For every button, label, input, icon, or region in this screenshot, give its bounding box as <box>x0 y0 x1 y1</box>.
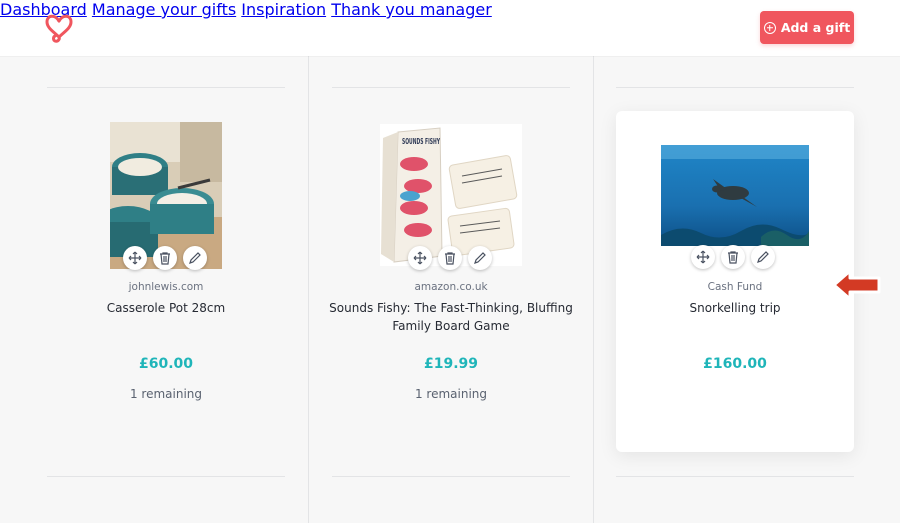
gift-card-snorkelling[interactable]: Cash Fund Snorkelling trip £160.00 <box>616 111 854 452</box>
nav-thank-you-manager[interactable]: Thank you manager <box>331 0 492 19</box>
gift-source: johnlewis.com <box>128 281 204 293</box>
heart-logo-icon[interactable] <box>44 12 74 44</box>
column-divider <box>593 56 594 523</box>
move-icon[interactable] <box>408 246 432 270</box>
gift-title[interactable]: Sounds Fishy: The Fast-Thinking, Bluffin… <box>309 299 593 335</box>
row-divider <box>616 87 854 88</box>
edit-pencil-icon[interactable] <box>751 245 775 269</box>
move-icon[interactable] <box>123 246 147 270</box>
nav-manage-gifts[interactable]: Manage your gifts <box>92 0 236 19</box>
gift-title[interactable]: Snorkelling trip <box>616 299 854 317</box>
gift-tools <box>691 245 775 269</box>
gift-source: Cash Fund <box>707 281 763 293</box>
svg-text:SOUNDS FISHY: SOUNDS FISHY <box>402 137 440 146</box>
gift-title[interactable]: Casserole Pot 28cm <box>24 299 308 317</box>
gift-source: amazon.co.uk <box>414 281 488 293</box>
plus-circle-icon <box>763 21 776 34</box>
gift-price: £160.00 <box>703 356 767 372</box>
gift-card-sounds-fishy[interactable]: SOUNDS FISHY amazon.co.uk Sounds Fishy: … <box>309 56 593 523</box>
gift-remaining: 1 remaining <box>414 387 488 401</box>
gift-card-casserole[interactable]: johnlewis.com Casserole Pot 28cm £60.00 … <box>24 56 308 523</box>
trash-icon[interactable] <box>721 245 745 269</box>
add-gift-label: Add a gift <box>780 20 851 35</box>
arrow-pointer-icon <box>832 269 881 301</box>
board-game-image: SOUNDS FISHY <box>380 124 522 266</box>
top-navigation-bar: Dashboard Manage your gifts Inspiration … <box>0 0 900 56</box>
trash-icon[interactable] <box>153 246 177 270</box>
gift-tools <box>408 246 492 270</box>
add-gift-button[interactable]: Add a gift <box>760 11 854 44</box>
gift-price: £60.00 <box>138 356 194 372</box>
gift-price: £19.99 <box>423 356 479 372</box>
gift-remaining: 1 remaining <box>129 387 203 401</box>
trash-icon[interactable] <box>438 246 462 270</box>
gift-tools <box>123 246 207 270</box>
row-divider <box>616 476 854 477</box>
snorkelling-image <box>661 145 809 246</box>
edit-pencil-icon[interactable] <box>183 246 207 270</box>
nav-inspiration[interactable]: Inspiration <box>241 0 326 19</box>
move-icon[interactable] <box>691 245 715 269</box>
edit-pencil-icon[interactable] <box>468 246 492 270</box>
